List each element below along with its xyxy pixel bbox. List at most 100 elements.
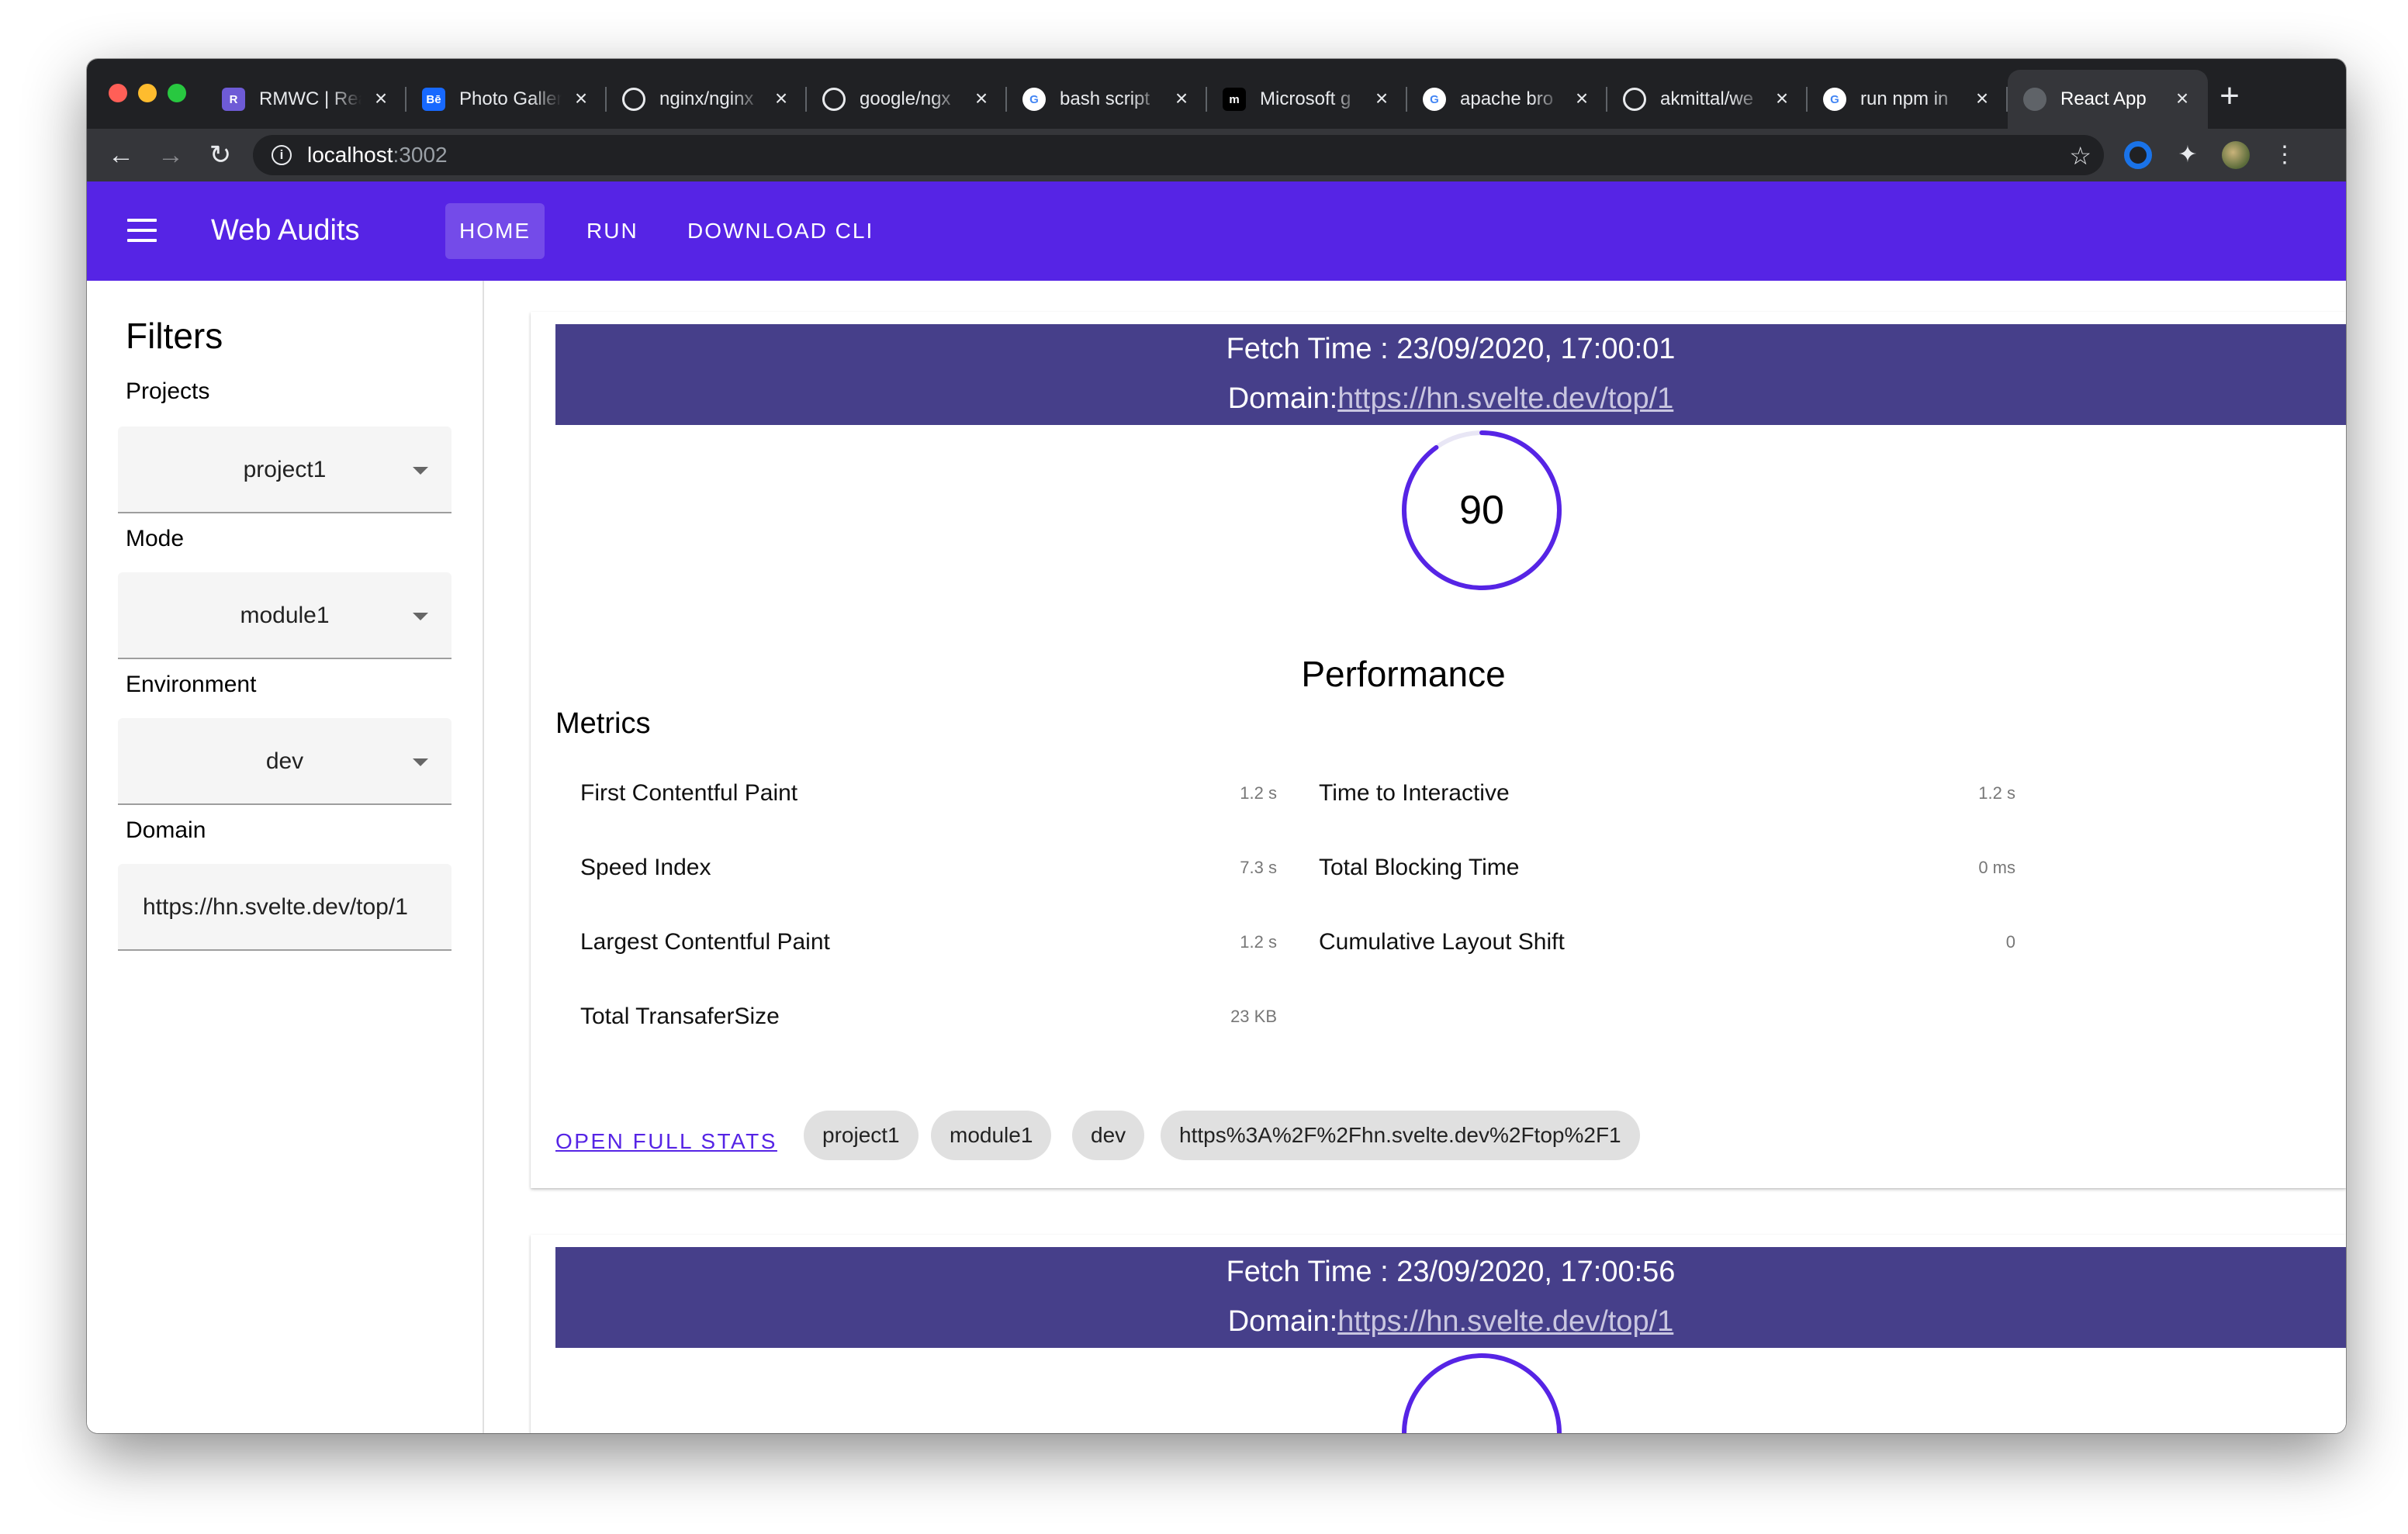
domain-label: Domain bbox=[126, 817, 206, 843]
close-icon[interactable]: × bbox=[1772, 88, 1792, 109]
reload-icon[interactable]: ↻ bbox=[203, 138, 237, 172]
github-icon bbox=[822, 88, 846, 111]
metric-name: Speed Index bbox=[580, 855, 711, 880]
metric-row: Time to Interactive 1.2 s bbox=[1319, 780, 2015, 827]
tab-title: run npm in bbox=[1860, 88, 1949, 109]
browser-tab[interactable]: nginx/nginx × bbox=[607, 70, 807, 129]
close-icon[interactable]: × bbox=[1372, 88, 1392, 109]
microsoft-icon: m bbox=[1223, 88, 1246, 111]
chevron-down-icon bbox=[413, 467, 428, 475]
browser-tab[interactable]: akmittal/we × bbox=[1607, 70, 1808, 129]
metric-value: 1.2 s bbox=[1240, 783, 1277, 803]
metric-name: Time to Interactive bbox=[1319, 780, 1510, 806]
tab-title: RMWC | React bbox=[259, 88, 362, 109]
globe-icon bbox=[2023, 88, 2046, 111]
github-icon bbox=[1623, 88, 1646, 111]
close-icon[interactable]: × bbox=[971, 88, 991, 109]
chip-project[interactable]: project1 bbox=[804, 1111, 919, 1160]
tab-title: Microsoft g bbox=[1260, 88, 1351, 109]
forward-arrow-icon[interactable]: → bbox=[154, 138, 188, 172]
chip-environment[interactable]: dev bbox=[1072, 1111, 1145, 1160]
metric-row: Largest Contentful Paint 1.2 s bbox=[580, 929, 1277, 976]
bookmark-star-icon[interactable]: ☆ bbox=[2069, 141, 2091, 171]
domain-prefix: Domain: bbox=[1227, 382, 1338, 415]
tab-title: bash script bbox=[1060, 88, 1150, 109]
domain-link[interactable]: https://hn.svelte.dev/top/1 bbox=[1337, 1305, 1673, 1338]
browser-tab[interactable]: Gbash script × bbox=[1007, 70, 1207, 129]
back-arrow-icon[interactable]: ← bbox=[104, 138, 138, 172]
tab-title: akmittal/we bbox=[1660, 88, 1754, 109]
extensions-puzzle-icon[interactable]: ✦ bbox=[2174, 141, 2202, 169]
nav-run-button[interactable]: RUN bbox=[573, 203, 652, 259]
tab-title: nginx/nginx bbox=[659, 88, 754, 109]
maximize-window-button[interactable] bbox=[168, 84, 186, 102]
mode-label: Mode bbox=[126, 526, 185, 551]
minimize-window-button[interactable] bbox=[138, 84, 157, 102]
metric-row: Total TransaferSize 23 KB bbox=[580, 1004, 1277, 1050]
browser-tab[interactable]: Gapache bro × bbox=[1407, 70, 1607, 129]
chip-domain[interactable]: https%3A%2F%2Fhn.svelte.dev%2Ftop%2F1 bbox=[1161, 1111, 1640, 1160]
tab-title: apache bro bbox=[1460, 88, 1554, 109]
extension-circle-icon[interactable] bbox=[2124, 141, 2152, 169]
tab-title: google/ngx bbox=[860, 88, 951, 109]
projects-select-value: project1 bbox=[243, 457, 327, 482]
url-host: localhost bbox=[307, 143, 393, 167]
close-icon[interactable]: × bbox=[2172, 88, 2192, 109]
metric-value: 1.2 s bbox=[1240, 932, 1277, 952]
close-window-button[interactable] bbox=[109, 84, 127, 102]
new-tab-button[interactable]: + bbox=[2214, 79, 2245, 113]
category-title: Performance bbox=[1301, 654, 1506, 694]
metric-name: First Contentful Paint bbox=[580, 780, 798, 806]
environment-select[interactable]: dev bbox=[118, 718, 452, 805]
browser-tab[interactable]: Bē Photo Gallery × bbox=[407, 70, 607, 129]
close-icon[interactable]: × bbox=[371, 88, 391, 109]
nav-home-button[interactable]: HOME bbox=[445, 203, 545, 259]
audit-report-card: Fetch Time : 23/09/2020, 17:00:56 Domain… bbox=[531, 1235, 2346, 1433]
github-icon bbox=[622, 88, 645, 111]
chevron-down-icon bbox=[413, 613, 428, 620]
address-bar[interactable]: i localhost:3002 ☆ bbox=[253, 135, 2104, 175]
hamburger-menu-icon[interactable] bbox=[127, 219, 157, 242]
nav-download-cli-button[interactable]: DOWNLOAD CLI bbox=[673, 203, 887, 259]
domain-link[interactable]: https://hn.svelte.dev/top/1 bbox=[1337, 382, 1673, 415]
browser-menu-icon[interactable]: ⋮ bbox=[2273, 141, 2296, 169]
chevron-down-icon bbox=[413, 758, 428, 766]
metric-value: 23 KB bbox=[1230, 1007, 1277, 1026]
mode-select[interactable]: module1 bbox=[118, 572, 452, 659]
close-icon[interactable]: × bbox=[571, 88, 591, 109]
google-icon: G bbox=[1022, 88, 1046, 111]
audit-report-card: Fetch Time : 23/09/2020, 17:00:01 Domain… bbox=[531, 312, 2346, 1188]
profile-avatar[interactable] bbox=[2222, 141, 2250, 169]
browser-tab[interactable]: m Microsoft g × bbox=[1207, 70, 1407, 129]
google-icon: G bbox=[1823, 88, 1846, 111]
projects-label: Projects bbox=[126, 378, 210, 404]
mode-select-value: module1 bbox=[240, 603, 330, 628]
close-icon[interactable]: × bbox=[1572, 88, 1592, 109]
browser-window: RRMWC | React×BēPhoto Gallery×nginx/ngin… bbox=[87, 59, 2346, 1433]
filters-sidebar: Filters Projects project1 Mode module1 E… bbox=[87, 281, 484, 1433]
metrics-title: Metrics bbox=[555, 707, 651, 740]
browser-tabs: RRMWC | React×BēPhoto Gallery×nginx/ngin… bbox=[206, 70, 2208, 129]
metric-value: 1.2 s bbox=[1978, 783, 2015, 803]
fetch-time: Fetch Time : 23/09/2020, 17:00:01 bbox=[1226, 333, 1676, 365]
info-icon[interactable]: i bbox=[272, 145, 292, 165]
metric-value: 0 ms bbox=[1978, 858, 2015, 877]
browser-tab[interactable]: R RMWC | React × bbox=[206, 70, 407, 129]
metric-row: Cumulative Layout Shift 0 bbox=[1319, 929, 2015, 976]
browser-tab[interactable]: Grun npm in × bbox=[1808, 70, 2008, 129]
close-icon[interactable]: × bbox=[1972, 88, 1992, 109]
close-icon[interactable]: × bbox=[771, 88, 791, 109]
tab-title: Photo Gallery bbox=[459, 88, 562, 109]
domain-prefix: Domain: bbox=[1227, 1305, 1338, 1338]
projects-select[interactable]: project1 bbox=[118, 427, 452, 513]
browser-tab[interactable]: google/ngx × bbox=[807, 70, 1007, 129]
domain-input[interactable]: https://hn.svelte.dev/top/1 bbox=[118, 864, 452, 951]
close-icon[interactable]: × bbox=[1171, 88, 1192, 109]
browser-tab[interactable]: React App × bbox=[2008, 70, 2208, 129]
open-full-stats-link[interactable]: OPEN FULL STATS bbox=[555, 1129, 777, 1154]
chip-module[interactable]: module1 bbox=[931, 1111, 1052, 1160]
google-icon: G bbox=[1423, 88, 1446, 111]
performance-score-gauge bbox=[1402, 1353, 1562, 1433]
metric-row: Speed Index 7.3 s bbox=[580, 855, 1277, 901]
app-title: Web Audits bbox=[211, 214, 360, 247]
